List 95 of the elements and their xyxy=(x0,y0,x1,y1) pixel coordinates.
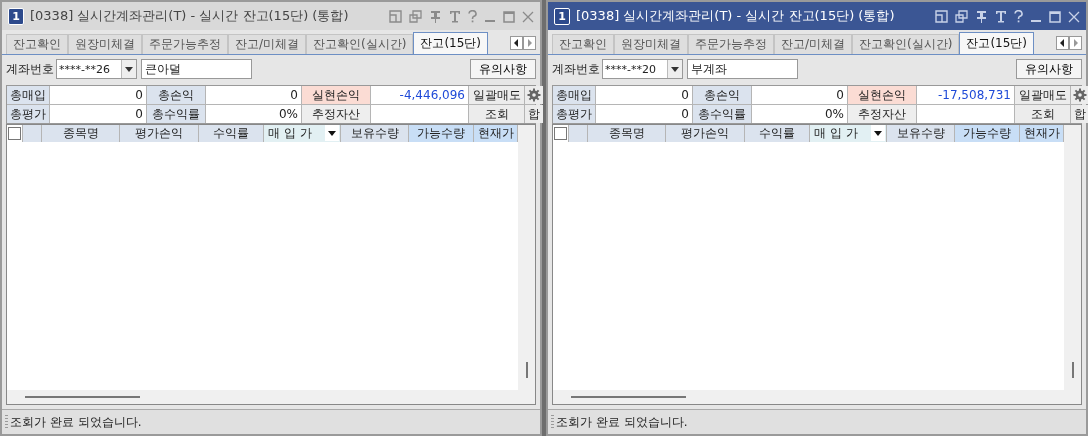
summary-button[interactable]: 일괄매도 xyxy=(1015,86,1070,104)
select-all-checkbox[interactable] xyxy=(554,127,567,140)
field-value: 0 xyxy=(50,105,146,123)
status-message: 조회가 완료 되었습니다. xyxy=(556,413,688,431)
tab[interactable]: 잔고(15단) xyxy=(959,32,1035,54)
window-title: [0338] 실시간계좌관리(T) - 실시간 잔고(15단) (통합) xyxy=(576,7,896,25)
layout-icon[interactable] xyxy=(389,9,402,23)
tab[interactable]: 잔고확인(실시간) xyxy=(852,34,960,54)
tab[interactable]: 잔고/미체결 xyxy=(774,34,853,54)
field-value: 0 xyxy=(596,86,692,104)
pin-icon[interactable] xyxy=(429,9,442,23)
maximize-icon[interactable] xyxy=(503,9,515,23)
close-icon[interactable] xyxy=(522,9,534,23)
pin-icon[interactable] xyxy=(975,9,988,23)
column-header[interactable]: 종목명 xyxy=(42,125,120,142)
column-header[interactable]: 현재가 xyxy=(474,125,518,142)
column-header[interactable]: 평가손익 xyxy=(666,125,745,142)
account-label: 계좌번호 xyxy=(6,60,54,78)
field-label: 총평가 xyxy=(7,105,49,123)
scroll-left-icon[interactable] xyxy=(1056,36,1069,50)
field-value: -17,508,731 xyxy=(917,86,1014,104)
field-label: 총손익 xyxy=(693,86,751,104)
scrollbar-thumb[interactable] xyxy=(25,396,140,398)
column-header[interactable]: 현재가 xyxy=(1020,125,1064,142)
column-header[interactable]: 수익률 xyxy=(199,125,264,142)
dropdown-icon[interactable] xyxy=(325,125,339,141)
column-header[interactable]: 매 입 가 xyxy=(264,125,341,142)
font-icon[interactable] xyxy=(995,9,1007,23)
tab[interactable]: 원장미체결 xyxy=(68,34,142,54)
scrollbar-thumb[interactable] xyxy=(1071,362,1074,378)
field-label: 실현손익 xyxy=(848,86,916,104)
dropdown-icon[interactable] xyxy=(667,60,682,78)
account-label: 계좌번호 xyxy=(552,60,600,78)
column-header[interactable]: 보유수량 xyxy=(341,125,409,142)
summary-button[interactable]: 일괄매도 xyxy=(469,86,524,104)
settings-button[interactable] xyxy=(525,86,543,104)
account-name-field[interactable]: 부계좌 xyxy=(687,59,798,79)
summary-button[interactable]: 조회 xyxy=(469,105,524,123)
close-icon[interactable] xyxy=(1068,9,1080,23)
field-label: 총수익률 xyxy=(693,105,751,123)
dropdown-icon[interactable] xyxy=(121,60,136,78)
tab[interactable]: 잔고확인 xyxy=(6,34,68,54)
window-number: 1 xyxy=(554,7,570,25)
font-icon[interactable] xyxy=(449,9,461,23)
field-label: 추정자산 xyxy=(848,105,916,123)
account-dropdown[interactable]: ****-**26 xyxy=(56,59,137,79)
field-value: 0% xyxy=(206,105,301,123)
help-icon[interactable] xyxy=(468,9,477,23)
maximize-icon[interactable] xyxy=(1049,9,1061,23)
summary-button[interactable]: 합 xyxy=(525,105,543,123)
account-dropdown[interactable]: ****-**20 xyxy=(602,59,683,79)
column-header[interactable]: 보유수량 xyxy=(887,125,955,142)
settings-button[interactable] xyxy=(1071,86,1088,104)
tab[interactable]: 원장미체결 xyxy=(614,34,688,54)
field-label: 총손익 xyxy=(147,86,205,104)
field-value: -4,446,096 xyxy=(371,86,468,104)
column-header[interactable]: 수익률 xyxy=(745,125,810,142)
column-header[interactable]: 매 입 가 xyxy=(810,125,887,142)
dropdown-icon[interactable] xyxy=(871,125,885,141)
field-value: 0 xyxy=(752,86,847,104)
field-label: 실현손익 xyxy=(302,86,370,104)
summary-button[interactable]: 합 xyxy=(1071,105,1088,123)
notice-button[interactable]: 유의사항 xyxy=(1016,59,1082,79)
field-label: 총매입 xyxy=(7,86,49,104)
window-title: [0338] 실시간계좌관리(T) - 실시간 잔고(15단) (통합) xyxy=(30,7,350,25)
layout-icon[interactable] xyxy=(935,9,948,23)
scrollbar-thumb[interactable] xyxy=(571,396,686,398)
field-label: 추정자산 xyxy=(302,105,370,123)
field-value: 0% xyxy=(752,105,847,123)
field-label: 총수익률 xyxy=(147,105,205,123)
scroll-left-icon[interactable] xyxy=(510,36,523,50)
column-header[interactable]: 평가손익 xyxy=(120,125,199,142)
field-label: 총평가 xyxy=(553,105,595,123)
scrollbar-thumb[interactable] xyxy=(525,362,528,378)
account-name-field[interactable]: 큰아덜 xyxy=(141,59,252,79)
status-message: 조회가 완료 되었습니다. xyxy=(10,413,142,431)
window-number: 1 xyxy=(8,7,24,25)
field-value: 0 xyxy=(596,105,692,123)
tab[interactable]: 잔고확인 xyxy=(552,34,614,54)
tab[interactable]: 잔고확인(실시간) xyxy=(306,34,414,54)
notice-button[interactable]: 유의사항 xyxy=(470,59,536,79)
field-value: 0 xyxy=(206,86,301,104)
summary-button[interactable]: 조회 xyxy=(1015,105,1070,123)
field-value: 0 xyxy=(50,86,146,104)
field-label: 총매입 xyxy=(553,86,595,104)
column-header[interactable]: 가능수량 xyxy=(409,125,474,142)
select-all-checkbox[interactable] xyxy=(8,127,21,140)
tab[interactable]: 잔고/미체결 xyxy=(228,34,307,54)
tab[interactable]: 주문가능추정 xyxy=(688,34,774,54)
tab[interactable]: 주문가능추정 xyxy=(142,34,228,54)
tab[interactable]: 잔고(15단) xyxy=(413,32,489,54)
column-header[interactable]: 가능수량 xyxy=(955,125,1020,142)
windows-icon[interactable] xyxy=(955,9,968,23)
help-icon[interactable] xyxy=(1014,9,1023,23)
column-header[interactable]: 종목명 xyxy=(588,125,666,142)
